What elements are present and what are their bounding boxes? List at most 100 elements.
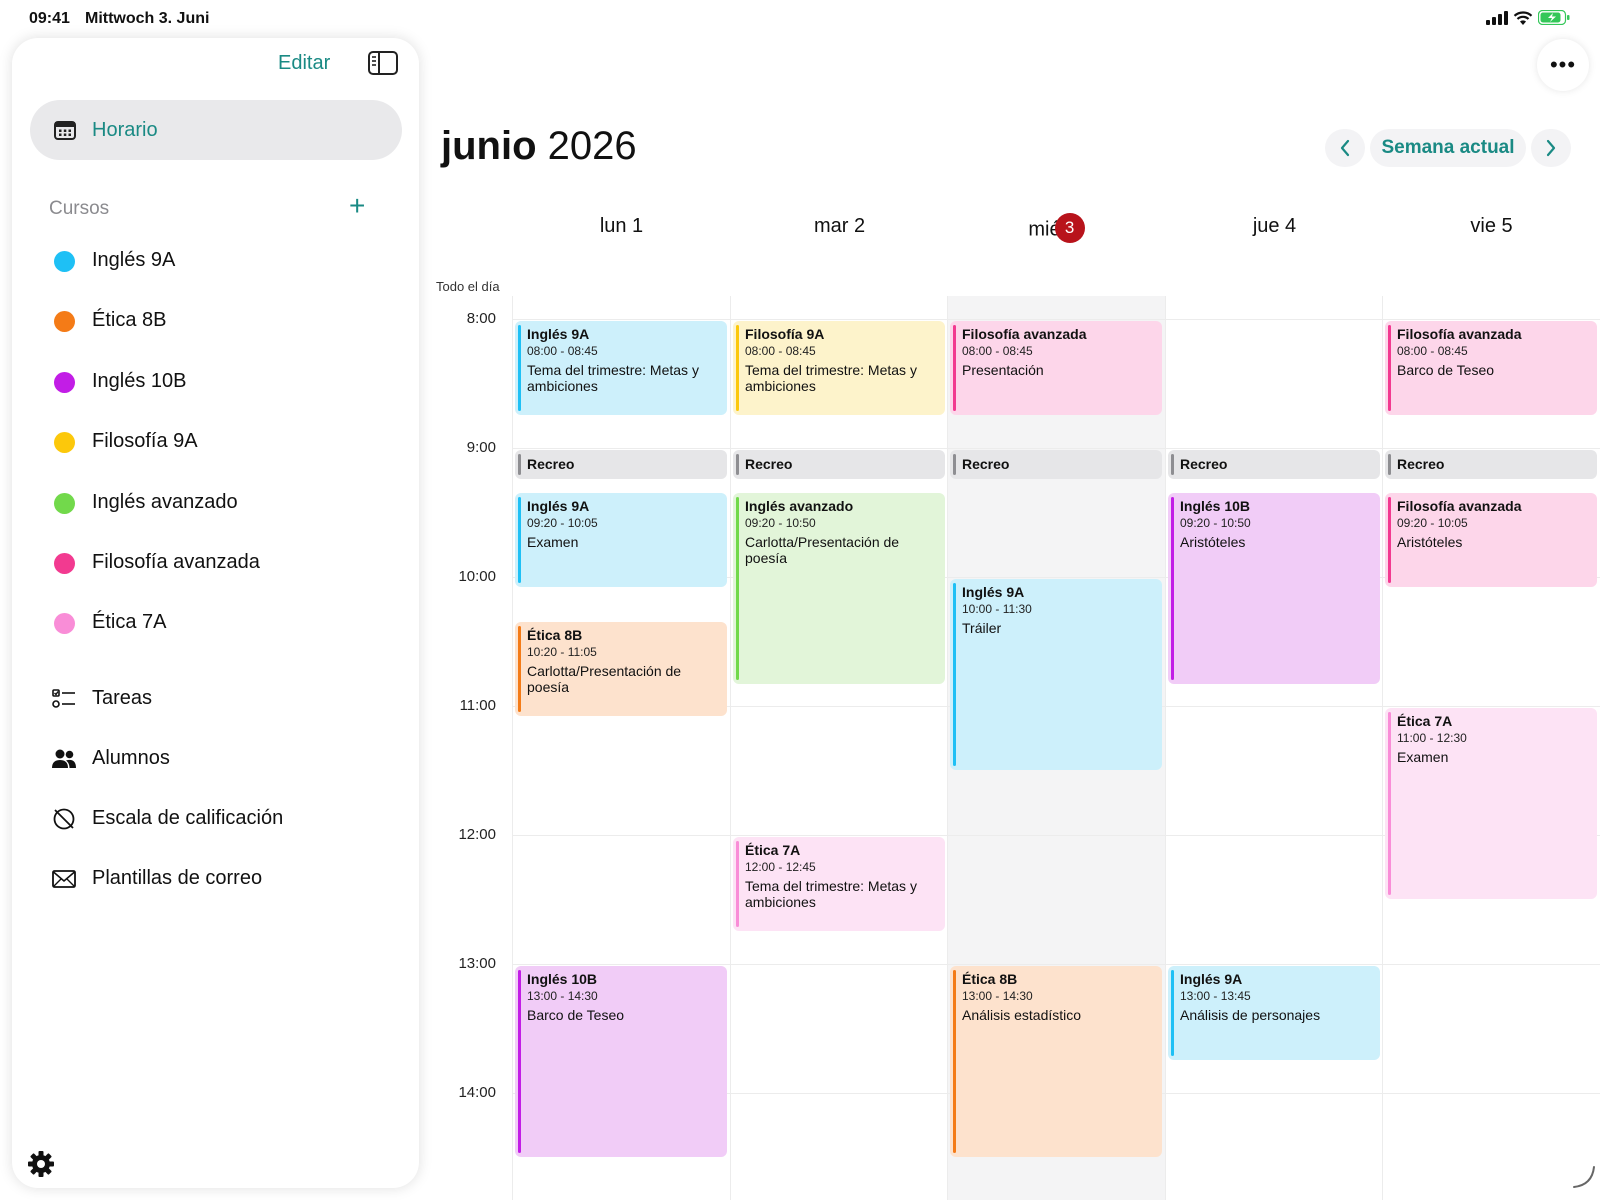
event-title: Filosofía avanzada (962, 326, 1087, 342)
course-color-dot (54, 432, 75, 454)
hour-label: 9:00 (466, 439, 496, 456)
current-week-button[interactable]: Semana actual (1370, 129, 1526, 167)
hour-label: 8:00 (466, 310, 496, 327)
sidebar-item-label: Tareas (92, 687, 153, 709)
previous-week-button[interactable] (1325, 129, 1365, 167)
calendar-event[interactable]: Inglés 9A 13:00 - 13:45 Análisis de person… (1168, 966, 1380, 1060)
sidebar-item-alumnos[interactable]: Alumnos (42, 739, 392, 779)
event-title: Ética 8B (527, 627, 583, 643)
course-item[interactable]: Filosofía 9A (42, 422, 392, 462)
hour-label: 13:00 (458, 955, 496, 972)
resize-handle-icon (1573, 1166, 1595, 1188)
course-item[interactable]: Inglés 9A (42, 241, 392, 281)
course-color-dot (54, 492, 75, 514)
sidebar-item-schedule[interactable]: Horario (30, 100, 402, 160)
calendar-event[interactable]: Inglés 10B 13:00 - 14:30 Barco de Teseo (515, 966, 727, 1157)
course-item[interactable]: Filosofía avanzada (42, 543, 392, 583)
calendar-icon (54, 121, 76, 140)
status-date: Mittwoch 3. Juni (85, 10, 210, 27)
break-block[interactable]: Recreo (1385, 450, 1597, 479)
event-description: Tema del trimestre: Metas y ambiciones (527, 362, 699, 394)
sidebar-item-plantillas-de-correo[interactable]: Plantillas de correo (42, 859, 392, 899)
day-divider (1382, 296, 1383, 1200)
course-item[interactable]: Inglés avanzado (42, 483, 392, 523)
day-header[interactable]: vie 5 (1383, 215, 1600, 238)
page-title: junio 2026 (441, 124, 637, 169)
calendar-event[interactable]: Filosofía 9A 08:00 - 08:45 Tema del trimes… (733, 321, 945, 415)
calendar-event[interactable]: Ética 7A 12:00 - 12:45 Tema del trimestre:… (733, 837, 945, 931)
hour-grid-line (512, 319, 1600, 320)
event-description: Presentación (962, 362, 1044, 378)
course-item[interactable]: Inglés 10B (42, 362, 392, 402)
day-header[interactable]: mié 3 (948, 213, 1165, 245)
day-label: lun 1 (599, 215, 644, 237)
calendar-event[interactable]: Filosofía avanzada 08:00 - 08:45 Barco de … (1385, 321, 1597, 415)
course-color-dot (54, 371, 75, 393)
break-block[interactable]: Recreo (515, 450, 727, 479)
hour-label: 12:00 (458, 826, 496, 843)
event-description: Carlotta/Presentación de poesía (745, 534, 900, 566)
add-course-button[interactable]: + (349, 192, 365, 220)
courses-heading: Cursos (49, 198, 110, 219)
course-color-dot (54, 251, 75, 272)
course-item[interactable]: Ética 7A (42, 603, 392, 643)
calendar-event[interactable]: Inglés 10B 09:20 - 10:50 Aristóteles (1168, 493, 1380, 684)
chevron-left-icon (1340, 139, 1350, 157)
break-block[interactable]: Recreo (733, 450, 945, 479)
event-description: Carlotta/Presentación de poesía (527, 663, 682, 695)
day-label: vie 5 (1470, 215, 1513, 237)
calendar-event[interactable]: Ética 8B 10:20 - 11:05 Carlotta/Presentaci… (515, 622, 727, 716)
day-divider (1165, 296, 1166, 1200)
calendar-event[interactable]: Inglés 9A 08:00 - 08:45 Tema del trimestre… (515, 321, 727, 415)
event-description: Aristóteles (1397, 534, 1463, 550)
event-time: 12:00 - 12:45 (745, 860, 816, 874)
event-title: Inglés 9A (962, 584, 1025, 600)
calendar-event[interactable]: Ética 7A 11:00 - 12:30 Examen (1385, 708, 1597, 899)
calendar-event[interactable]: Filosofía avanzada 09:20 - 10:05 Aristótel… (1385, 493, 1597, 587)
status-time: 09:41 (29, 10, 70, 27)
next-week-button[interactable] (1531, 129, 1571, 167)
calendar-event[interactable]: Inglés avanzado 09:20 - 10:50 Carlotta/Pre… (733, 493, 945, 684)
sidebar-item-tareas[interactable]: Tareas (42, 679, 392, 719)
event-description: Aristóteles (1180, 534, 1246, 550)
calendar-event[interactable]: Inglés 9A 09:20 - 10:05 Examen (515, 493, 727, 587)
event-time: 09:20 - 10:50 (745, 516, 816, 530)
hour-label: 10:00 (458, 568, 496, 585)
event-time: 09:20 - 10:05 (527, 516, 598, 530)
event-title: Filosofía avanzada (1397, 326, 1522, 342)
course-name: Inglés 10B (92, 369, 187, 392)
course-name: Inglés avanzado (92, 490, 238, 513)
event-time: 10:20 - 11:05 (527, 645, 597, 659)
students-icon (51, 747, 77, 771)
calendar-event[interactable]: Inglés 9A 10:00 - 11:30 Tráiler (950, 579, 1162, 770)
day-label: mar 2 (813, 215, 866, 237)
course-name: Filosofía avanzada (92, 551, 260, 573)
hour-grid-line (512, 448, 1600, 449)
event-time: 09:20 - 10:50 (1180, 516, 1251, 530)
calendar-event[interactable]: Filosofía avanzada 08:00 - 08:45 Presentac… (950, 321, 1162, 415)
course-color-dot (54, 613, 75, 635)
event-title: Recreo (962, 456, 1010, 472)
day-header[interactable]: lun 1 (513, 215, 730, 238)
calendar-event[interactable]: Ética 8B 13:00 - 14:30 Análisis estadístic… (950, 966, 1162, 1157)
course-item[interactable]: Ética 8B (42, 301, 392, 341)
event-title: Filosofía avanzada (1397, 498, 1522, 514)
event-description: Análisis de personajes (1180, 1007, 1321, 1023)
break-block[interactable]: Recreo (1168, 450, 1380, 479)
break-block[interactable]: Recreo (950, 450, 1162, 479)
event-title: Ética 7A (745, 842, 801, 858)
sidebar: Editar Horario Cursos + Inglés 9A Ética 8… (12, 38, 419, 1188)
event-time: 10:00 - 11:30 (962, 602, 1032, 616)
event-time: 13:00 - 14:30 (527, 989, 598, 1003)
edit-button[interactable]: Editar (278, 52, 330, 75)
settings-gear-icon[interactable] (26, 1149, 56, 1179)
day-header[interactable]: mar 2 (731, 215, 948, 238)
sidebar-toggle-icon[interactable] (367, 50, 399, 76)
sidebar-item-label: Plantillas de correo (92, 867, 263, 889)
event-title: Recreo (745, 456, 793, 472)
hour-label: 14:00 (458, 1084, 496, 1101)
day-header[interactable]: jue 4 (1166, 215, 1383, 238)
more-button[interactable]: ••• (1537, 39, 1589, 91)
sidebar-item-escala-de-calificación[interactable]: Escala de calificación (42, 799, 392, 839)
status-bar: 09:41 Mittwoch 3. Juni (0, 0, 1600, 36)
